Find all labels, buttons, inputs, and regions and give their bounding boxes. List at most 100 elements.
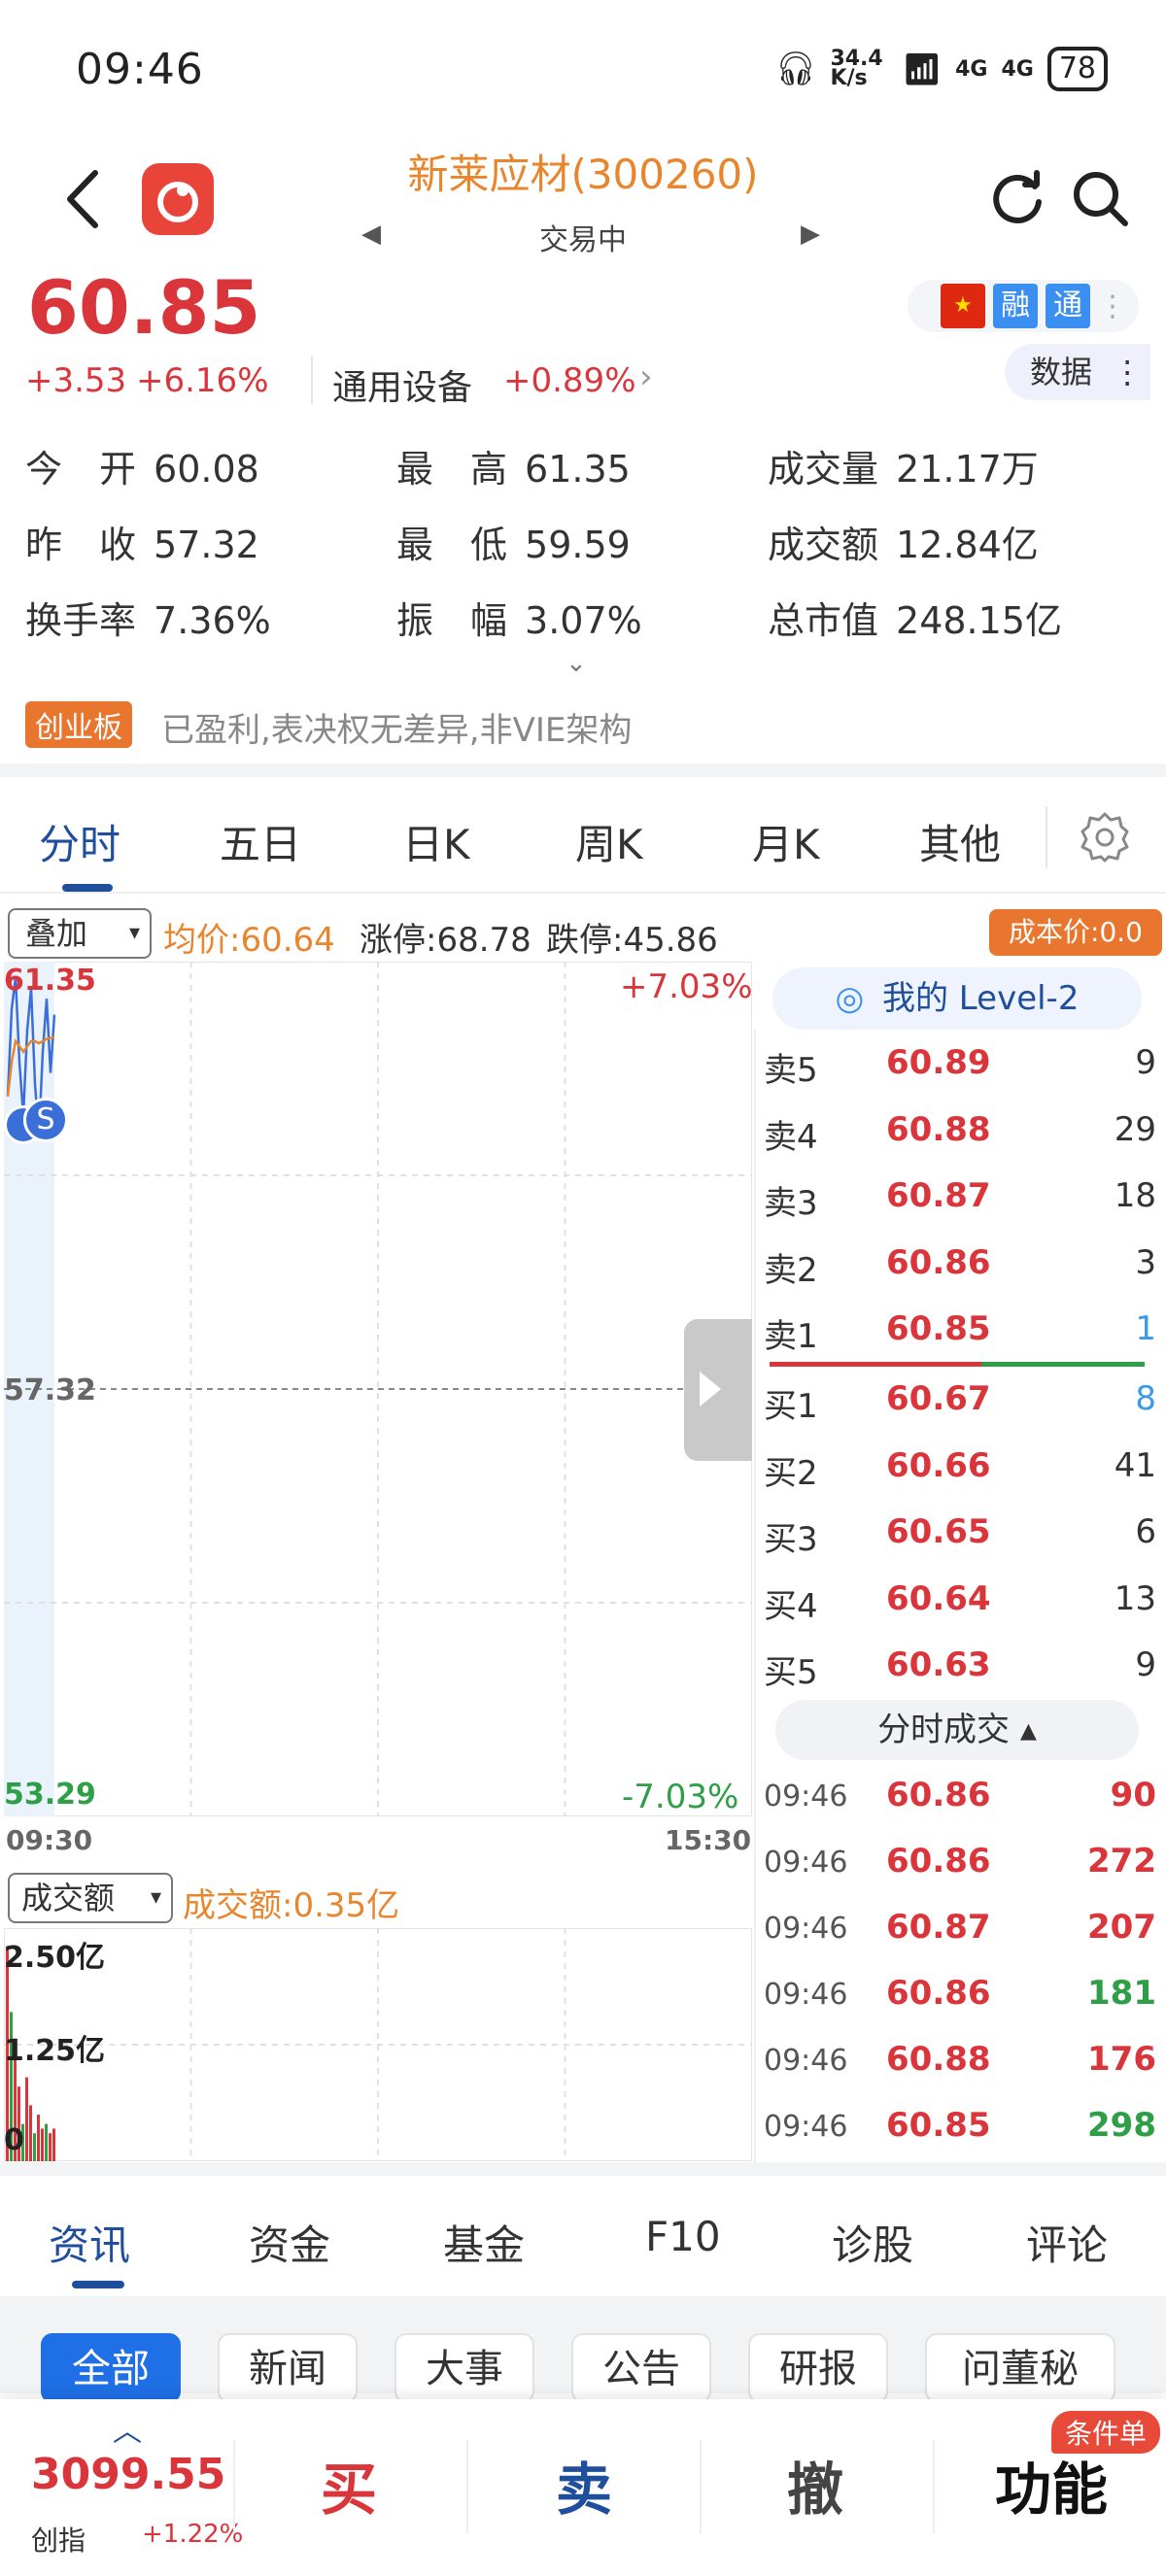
- level-qty: 3: [1135, 1242, 1156, 1282]
- stat-value: 3.07%: [525, 599, 642, 642]
- tab-other[interactable]: 其他: [919, 812, 1001, 871]
- tick-row: 09:46 60.86 90: [764, 1766, 1156, 1832]
- level-price: 60.88: [886, 1109, 991, 1149]
- more-vertical-icon: ⋮: [1112, 354, 1144, 390]
- tab-weekly-k[interactable]: 周K: [575, 812, 643, 871]
- tab-f10[interactable]: F10: [645, 2213, 721, 2260]
- expand-panel-handle[interactable]: [684, 1319, 752, 1461]
- tick-time: 09:46: [764, 1779, 848, 1813]
- bid-row[interactable]: 买4 60.64 13: [764, 1570, 1156, 1636]
- conditional-order-badge[interactable]: 条件单: [1051, 2411, 1161, 2454]
- cancel-order-button[interactable]: 撤: [787, 2444, 843, 2525]
- bid-row[interactable]: 买2 60.66 41: [764, 1437, 1156, 1503]
- vol-axis-bottom-label: 0: [4, 2123, 24, 2157]
- ticks-toggle-button[interactable]: 分时成交 ▴: [775, 1700, 1139, 1760]
- tab-comments[interactable]: 评论: [1026, 2213, 1108, 2272]
- tab-intraday[interactable]: 分时: [39, 812, 120, 871]
- level-qty: 18: [1114, 1176, 1156, 1215]
- level-qty: 29: [1114, 1109, 1156, 1149]
- ask-row[interactable]: 卖4 60.88 29: [764, 1101, 1156, 1167]
- tab-diagnosis[interactable]: 诊股: [832, 2213, 913, 2272]
- stat-key: 振 幅: [396, 599, 508, 642]
- level-label: 卖4: [764, 1117, 818, 1157]
- chevron-down-icon[interactable]: ⌄: [566, 649, 587, 678]
- buy-button[interactable]: 买: [321, 2444, 377, 2525]
- x-axis-start-label: 09:30: [6, 1824, 93, 1856]
- chevron-right-icon[interactable]: ›: [639, 357, 653, 396]
- tick-price: 60.85: [886, 2106, 991, 2145]
- filter-chip-research[interactable]: 研报: [748, 2333, 888, 2403]
- tick-price: 60.86: [886, 1974, 991, 2013]
- tab-five-day[interactable]: 五日: [220, 812, 301, 871]
- filter-chip-news[interactable]: 新闻: [218, 2333, 358, 2403]
- bid-row[interactable]: 买1 60.67 8: [764, 1370, 1156, 1436]
- stat-key: 最 高: [396, 448, 508, 491]
- trade-signal-markers[interactable]: S: [4, 1098, 68, 1148]
- bid-row[interactable]: 买5 60.63 9: [764, 1636, 1156, 1702]
- search-icon[interactable]: [1069, 167, 1131, 229]
- level-price: 60.85: [886, 1309, 991, 1348]
- overlay-select[interactable]: 叠加 ▾: [8, 908, 152, 959]
- stock-badges: ★ 融 通 ⋮: [908, 280, 1139, 332]
- bid-row[interactable]: 买3 60.65 6: [764, 1503, 1156, 1569]
- data-button[interactable]: 数据 ⋮: [1005, 344, 1150, 400]
- filter-chip-ask-secretary[interactable]: 问董秘: [925, 2333, 1115, 2403]
- volume-metric-select[interactable]: 成交额 ▾: [8, 1873, 173, 1923]
- tab-fund[interactable]: 基金: [443, 2213, 525, 2272]
- limit-up-price: 涨停:68.78: [360, 921, 532, 960]
- level-price: 60.67: [886, 1379, 991, 1418]
- refresh-icon[interactable]: [986, 167, 1048, 229]
- filter-chip-all[interactable]: 全部: [41, 2333, 181, 2403]
- stat-value: 248.15亿: [896, 599, 1062, 642]
- status-time: 09:46: [76, 45, 204, 94]
- function-button[interactable]: 功能: [995, 2444, 1108, 2525]
- prev-stock-arrow-icon[interactable]: ◀: [361, 220, 381, 249]
- industry-link[interactable]: 通用设备: [332, 359, 472, 410]
- volume-chart[interactable]: [4, 1928, 752, 2161]
- status-indicators: 🎧︎ 34.4 K/s 📶︎ 4G 4G 78: [774, 47, 1108, 91]
- level-price: 60.66: [886, 1445, 991, 1485]
- ask-row[interactable]: 卖1 60.85 1: [764, 1300, 1156, 1366]
- level-price: 60.64: [886, 1578, 991, 1618]
- stat-key: 今 开: [25, 448, 137, 491]
- caret-down-icon: ▾: [128, 921, 140, 945]
- stat-item: 昨 收 57.32: [25, 515, 259, 568]
- caret-up-icon[interactable]: ︿: [113, 2407, 142, 2450]
- tab-underline: [72, 2281, 124, 2288]
- tick-time: 09:46: [764, 1912, 848, 1946]
- divider: [1046, 806, 1047, 868]
- tab-funds-flow[interactable]: 资金: [249, 2213, 330, 2272]
- level2-button[interactable]: ◎ 我的 Level-2: [772, 967, 1142, 1030]
- tab-news[interactable]: 资讯: [49, 2213, 130, 2272]
- turnover-amount: 成交额:0.35亿: [183, 1886, 400, 1925]
- filter-chip-events[interactable]: 大事: [394, 2333, 534, 2403]
- sell-signal-icon[interactable]: S: [23, 1098, 68, 1142]
- tab-daily-k[interactable]: 日K: [402, 812, 470, 871]
- y-axis-bottom-label: 53.29: [4, 1778, 96, 1812]
- tick-price: 60.86: [886, 1776, 991, 1814]
- ask-row[interactable]: 卖3 60.87 18: [764, 1167, 1156, 1233]
- intraday-price-chart[interactable]: [4, 962, 752, 1816]
- level-label: 卖1: [764, 1317, 818, 1356]
- stat-key: 成交量: [768, 448, 879, 491]
- level-qty: 9: [1135, 1043, 1156, 1082]
- filter-chip-announcements[interactable]: 公告: [571, 2333, 711, 2403]
- divider: [770, 1362, 981, 1367]
- level-price: 60.86: [886, 1242, 991, 1282]
- sell-button[interactable]: 卖: [556, 2444, 612, 2525]
- level-price: 60.63: [886, 1645, 991, 1684]
- level-qty: 9: [1135, 1645, 1156, 1684]
- ask-row[interactable]: 卖2 60.86 3: [764, 1234, 1156, 1300]
- net-speed: 34.4 K/s: [830, 47, 883, 90]
- index-value[interactable]: 3099.55: [31, 2450, 225, 2499]
- next-stock-arrow-icon[interactable]: ▶: [801, 220, 820, 249]
- gear-icon[interactable]: [1079, 810, 1131, 863]
- stat-key: 最 低: [396, 524, 508, 566]
- index-change-pct: +1.22%: [142, 2520, 244, 2549]
- data-button-label: 数据: [1030, 354, 1093, 390]
- ask-row[interactable]: 卖5 60.89 9: [764, 1034, 1156, 1100]
- caret-down-icon: ▾: [150, 1885, 161, 1910]
- tab-monthly-k[interactable]: 月K: [752, 812, 820, 871]
- cost-price-badge[interactable]: 成本价:0.0: [989, 909, 1162, 956]
- more-vertical-icon[interactable]: ⋮: [1098, 289, 1127, 323]
